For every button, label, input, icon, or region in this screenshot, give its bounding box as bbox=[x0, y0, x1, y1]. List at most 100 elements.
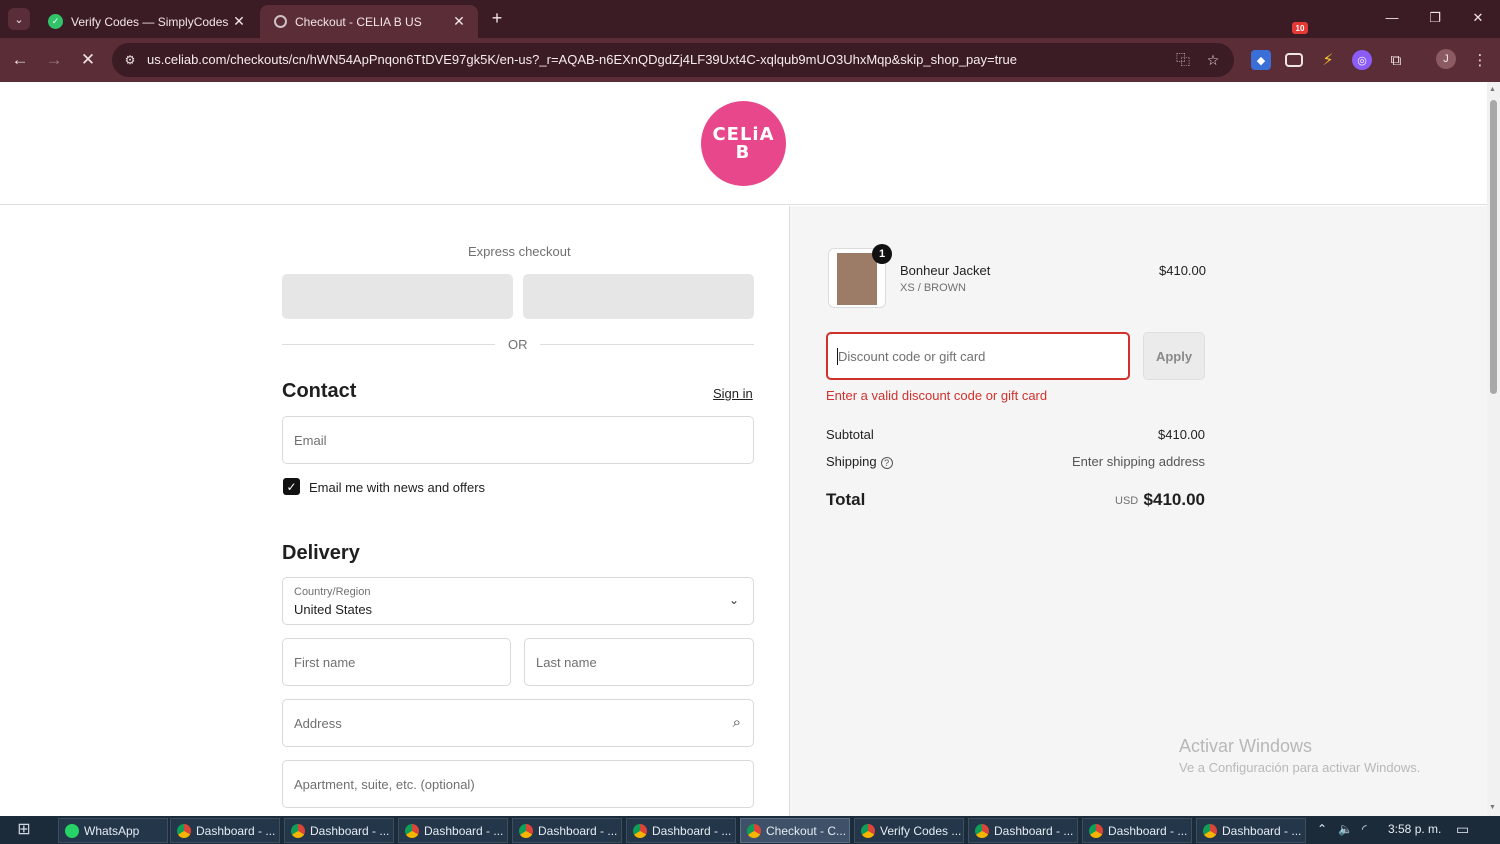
newsletter-checkbox[interactable]: ✓ bbox=[283, 478, 300, 495]
celia-b-logo[interactable]: CELiA B bbox=[701, 101, 786, 186]
network-icon[interactable]: ◜ bbox=[1362, 822, 1367, 836]
store-header: CELiA B bbox=[0, 82, 1487, 205]
forward-icon[interactable]: → bbox=[43, 49, 65, 71]
taskbar-label: Dashboard - ... bbox=[652, 823, 732, 838]
taskbar-label: Dashboard - ... bbox=[196, 823, 276, 838]
taskbar-item-dashboard[interactable]: Dashboard - ... bbox=[512, 818, 622, 843]
address-field[interactable]: Address ⌕ bbox=[282, 699, 754, 747]
sign-in-link[interactable]: Sign in bbox=[713, 386, 753, 401]
help-circle-icon[interactable]: ? bbox=[880, 457, 893, 469]
taskbar-item-whatsapp[interactable]: WhatsApp bbox=[58, 818, 168, 843]
product-price: $410.00 bbox=[1159, 263, 1206, 278]
discount-error-message: Enter a valid discount code or gift card bbox=[826, 388, 1048, 403]
email-placeholder: Email bbox=[294, 433, 327, 448]
divider bbox=[540, 344, 754, 345]
start-grid-icon[interactable]: ⊞ bbox=[14, 821, 34, 839]
taskbar-label: Dashboard - ... bbox=[538, 823, 618, 838]
windows-taskbar: ⊞ WhatsApp Dashboard - ... Dashboard - .… bbox=[0, 816, 1500, 844]
taskbar-item-dashboard[interactable]: Dashboard - ... bbox=[1082, 818, 1192, 843]
menu-kebab-icon[interactable]: ⋮ bbox=[1470, 50, 1490, 70]
taskbar-label: Dashboard - ... bbox=[310, 823, 390, 838]
express-checkout-label: Express checkout bbox=[468, 244, 571, 259]
scroll-down-icon[interactable]: ▼ bbox=[1489, 804, 1496, 811]
address-placeholder: Address bbox=[294, 716, 342, 731]
translate-icon[interactable]: ⿻ bbox=[1173, 50, 1193, 70]
express-pay-button-2[interactable] bbox=[523, 274, 754, 319]
extension-badge: 10 bbox=[1292, 22, 1308, 34]
taskbar-item-dashboard[interactable]: Dashboard - ... bbox=[398, 818, 508, 843]
page-scrollbar[interactable]: ▲ ▼ bbox=[1487, 82, 1500, 816]
close-window-icon[interactable]: ✕ bbox=[1468, 10, 1488, 26]
tab-checkout[interactable]: Checkout - CELIA B US ✕ bbox=[260, 5, 478, 38]
extensions-puzzle-icon[interactable]: ⧉ bbox=[1386, 50, 1406, 70]
loading-favicon-icon bbox=[274, 15, 287, 28]
discount-code-input[interactable]: Discount code or gift card bbox=[826, 332, 1130, 380]
email-field[interactable]: Email bbox=[282, 416, 754, 464]
chevron-down-icon: ⌄ bbox=[728, 593, 739, 607]
first-name-field[interactable]: First name bbox=[282, 638, 511, 686]
taskbar-item-verify-codes[interactable]: Verify Codes ... bbox=[854, 818, 964, 843]
newsletter-label[interactable]: Email me with news and offers bbox=[309, 480, 485, 495]
apartment-placeholder: Apartment, suite, etc. (optional) bbox=[294, 777, 475, 792]
taskbar-label: Dashboard - ... bbox=[1222, 823, 1302, 838]
taskbar-label: Verify Codes ... bbox=[880, 823, 962, 838]
total-value: $410.00 bbox=[1143, 490, 1205, 509]
country-select[interactable]: Country/Region United States ⌄ bbox=[282, 577, 754, 625]
stop-loading-icon[interactable]: ✕ bbox=[77, 49, 99, 71]
browser-toolbar: ← → ✕ ⚙ us.celiab.com/checkouts/cn/hWN54… bbox=[0, 38, 1500, 82]
close-tab-icon[interactable]: ✕ bbox=[230, 13, 248, 30]
taskbar-item-dashboard[interactable]: Dashboard - ... bbox=[626, 818, 736, 843]
url-text[interactable]: us.celiab.com/checkouts/cn/hWN54ApPnqon6… bbox=[147, 52, 1017, 67]
subtotal-value: $410.00 bbox=[1158, 427, 1205, 442]
lightning-extension-icon[interactable]: ⚡ bbox=[1318, 50, 1338, 70]
apartment-field[interactable]: Apartment, suite, etc. (optional) bbox=[282, 760, 754, 808]
screen-extension-icon[interactable] bbox=[1285, 53, 1303, 67]
taskbar-label: Dashboard - ... bbox=[994, 823, 1074, 838]
chrome-icon bbox=[975, 823, 989, 838]
volume-icon[interactable]: 🔈 bbox=[1338, 822, 1353, 836]
checkout-page: CELiA B Express checkout OR Contact Sign… bbox=[0, 82, 1487, 816]
taskbar-label: Dashboard - ... bbox=[424, 823, 504, 838]
tab-search-icon[interactable]: ⌄ bbox=[8, 8, 30, 30]
tab-title: Verify Codes — SimplyCodes bbox=[71, 14, 229, 29]
chrome-icon bbox=[1203, 823, 1217, 838]
total-currency: USD bbox=[1115, 495, 1139, 507]
taskbar-item-dashboard[interactable]: Dashboard - ... bbox=[170, 818, 280, 843]
scroll-up-icon[interactable]: ▲ bbox=[1489, 86, 1496, 93]
whatsapp-icon bbox=[65, 823, 79, 838]
taskbar-item-checkout[interactable]: Checkout - C... bbox=[740, 818, 850, 843]
last-name-field[interactable]: Last name bbox=[524, 638, 754, 686]
taskbar-item-dashboard[interactable]: Dashboard - ... bbox=[968, 818, 1078, 843]
address-bar[interactable]: ⚙ us.celiab.com/checkouts/cn/hWN54ApPnqo… bbox=[112, 43, 1234, 77]
quantity-badge: 1 bbox=[872, 244, 892, 264]
apply-button[interactable]: Apply bbox=[1143, 332, 1205, 380]
taskbar-item-dashboard[interactable]: Dashboard - ... bbox=[1196, 818, 1306, 843]
taskbar-item-dashboard[interactable]: Dashboard - ... bbox=[284, 818, 394, 843]
minimize-icon[interactable]: — bbox=[1382, 10, 1402, 25]
express-pay-button-1[interactable] bbox=[282, 274, 513, 319]
taskbar-label: Dashboard - ... bbox=[1108, 823, 1188, 838]
back-icon[interactable]: ← bbox=[9, 49, 31, 71]
search-icon: ⌕ bbox=[732, 714, 741, 731]
restore-icon[interactable]: ❐ bbox=[1425, 10, 1445, 26]
scroll-thumb[interactable] bbox=[1490, 100, 1497, 394]
shield-extension-icon[interactable]: ◆ bbox=[1251, 50, 1271, 70]
country-label: Country/Region bbox=[294, 586, 371, 598]
purple-extension-icon[interactable]: ◎ bbox=[1352, 50, 1372, 70]
taskbar-label: WhatsApp bbox=[84, 823, 140, 838]
profile-avatar[interactable]: J bbox=[1436, 49, 1456, 69]
product-variant: XS / BROWN bbox=[900, 282, 967, 294]
tray-expand-icon[interactable]: ⌃ bbox=[1317, 822, 1327, 836]
chrome-icon bbox=[861, 823, 875, 838]
new-tab-icon[interactable]: + bbox=[486, 8, 508, 29]
tab-verify-codes[interactable]: ✓ Verify Codes — SimplyCodes ✕ bbox=[34, 5, 258, 38]
order-summary-panel bbox=[789, 206, 1487, 816]
delivery-heading: Delivery bbox=[282, 542, 360, 564]
close-tab-icon[interactable]: ✕ bbox=[450, 13, 468, 30]
clock[interactable]: 3:58 p. m. bbox=[1388, 822, 1441, 836]
chrome-icon bbox=[1089, 823, 1103, 838]
site-settings-icon[interactable]: ⚙ bbox=[120, 50, 140, 70]
divider bbox=[282, 344, 495, 345]
bookmark-star-icon[interactable]: ☆ bbox=[1203, 50, 1223, 70]
notifications-icon[interactable]: ▭ bbox=[1456, 821, 1469, 838]
